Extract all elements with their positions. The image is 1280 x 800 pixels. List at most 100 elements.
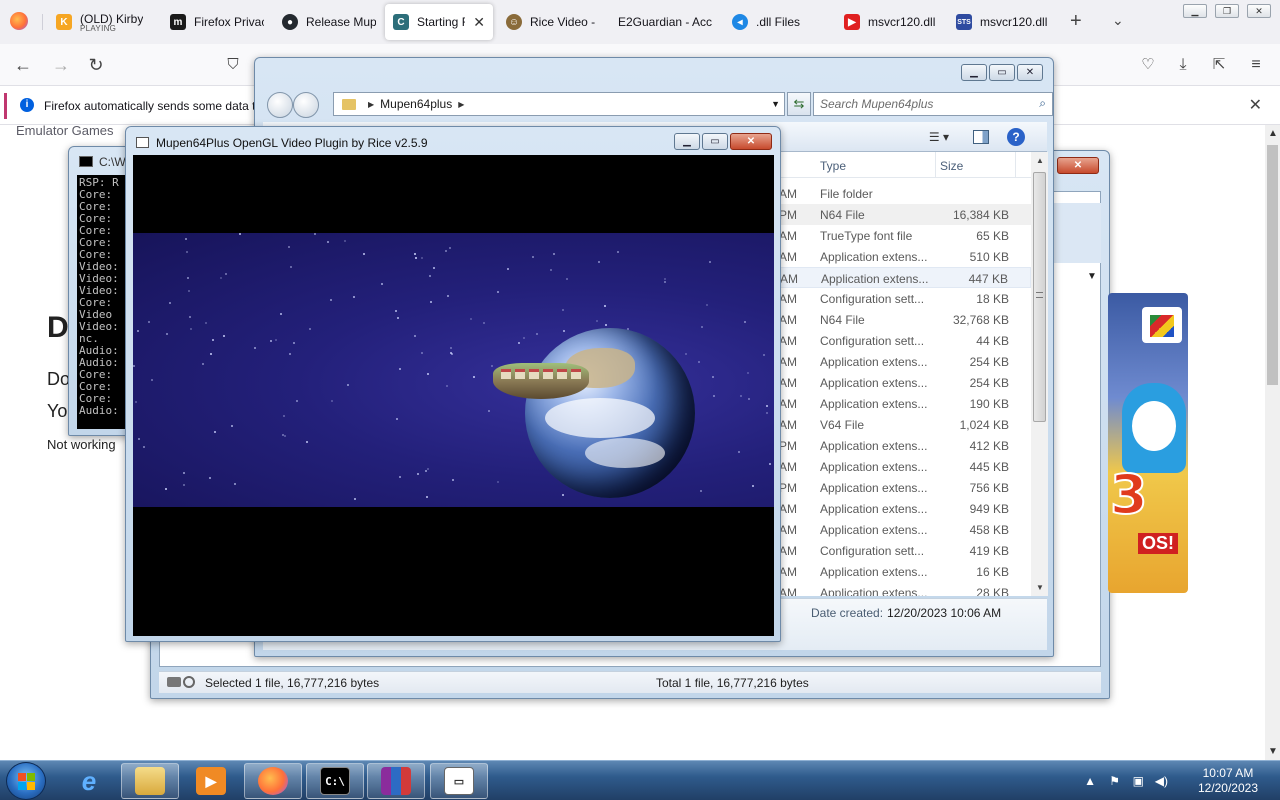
address-row: ▶ Mupen64plus ▶ ▼ ⇆ Search Mupen64plus ⌕ xyxy=(263,90,1053,118)
search-input[interactable]: Search Mupen64plus ⌕ xyxy=(813,92,1053,116)
scroll-up-icon[interactable]: ▲ xyxy=(1268,128,1278,139)
shield-icon[interactable]: ⛉ xyxy=(222,54,244,76)
explorer-maximize-icon[interactable]: ▭ xyxy=(989,64,1015,81)
tab-release-mupen[interactable]: ● Release Mup xyxy=(274,4,384,40)
star xyxy=(169,302,171,304)
github-icon: ● xyxy=(282,14,298,30)
address-bar[interactable]: ▶ Mupen64plus ▶ ▼ xyxy=(333,92,785,116)
address-path[interactable]: Mupen64plus xyxy=(380,97,452,111)
start-button[interactable] xyxy=(6,762,46,800)
file-list-scrollbar[interactable]: ▲ ▼ xyxy=(1031,152,1048,596)
rice-maximize-icon[interactable]: ▭ xyxy=(702,133,728,150)
firefox-menu-icon[interactable] xyxy=(10,12,28,30)
star xyxy=(354,498,356,500)
file-time: AM xyxy=(779,187,797,201)
refresh-icon[interactable]: ⇆ xyxy=(787,92,811,116)
restore-icon[interactable]: ❐ xyxy=(1215,4,1239,18)
download-icon[interactable]: ⤓ xyxy=(1172,54,1194,76)
breadcrumb[interactable]: Emulator Games xyxy=(16,123,114,138)
action-center-flag-icon[interactable]: ⚑ xyxy=(1109,774,1120,788)
tab-starting-r[interactable]: C Starting R ✕ xyxy=(385,4,493,40)
taskbar-console[interactable]: C:\ xyxy=(306,763,364,799)
minimize-icon[interactable]: ▁ xyxy=(1183,4,1207,18)
change-view-icon[interactable]: ☰ ▾ xyxy=(929,130,949,144)
reload-icon[interactable]: ↻ xyxy=(85,54,107,76)
star xyxy=(183,472,185,474)
taskbar-mupen64plus[interactable]: ▭ xyxy=(430,763,488,799)
rice-icon: ☺ xyxy=(506,14,522,30)
file-time: AM xyxy=(779,418,797,432)
tab-dll-files[interactable]: ◂ .dll Files xyxy=(724,4,834,40)
rice-video-window[interactable]: Mupen64Plus OpenGL Video Plugin by Rice … xyxy=(125,126,781,642)
file-size: 28 KB xyxy=(976,586,1009,596)
date-created-label: Date created: xyxy=(811,606,884,620)
tab-close-icon[interactable]: ✕ xyxy=(473,14,485,31)
rice-close-icon[interactable]: ✕ xyxy=(730,133,772,150)
column-header-type[interactable]: Type xyxy=(820,159,846,173)
star xyxy=(766,405,768,407)
star xyxy=(473,376,475,378)
breadcrumb-arrow-icon[interactable]: ▶ xyxy=(458,100,464,109)
star xyxy=(664,278,666,280)
star xyxy=(712,376,714,378)
tab-firefox-privacy[interactable]: m Firefox Privac xyxy=(162,4,272,40)
bg-dropdown-arrow-icon[interactable]: ▼ xyxy=(1087,271,1097,282)
bg-close-icon[interactable]: ✕ xyxy=(1057,157,1099,174)
search-icon[interactable]: ⌕ xyxy=(1039,96,1046,111)
explorer-close-icon[interactable]: ✕ xyxy=(1017,64,1043,81)
taskbar-explorer[interactable] xyxy=(121,763,179,799)
star xyxy=(706,304,708,306)
breadcrumb-arrow-icon[interactable]: ▶ xyxy=(368,100,374,109)
taskbar-media-player[interactable]: ▶ xyxy=(182,763,240,799)
hamburger-menu-icon[interactable]: ≡ xyxy=(1245,54,1267,76)
clock[interactable]: 10:07 AM 12/20/2023 xyxy=(1198,766,1258,796)
column-header-size[interactable]: Size xyxy=(940,159,963,173)
address-dropdown-icon[interactable]: ▼ xyxy=(771,99,780,109)
page-heading: D xyxy=(47,311,69,344)
star xyxy=(344,240,346,242)
tab-e2guardian[interactable]: E2Guardian - Acc xyxy=(610,4,720,40)
nintendo64-logo xyxy=(1142,307,1182,343)
star xyxy=(417,473,419,475)
explorer-forward-icon[interactable] xyxy=(293,92,319,118)
scroll-down-icon[interactable]: ▼ xyxy=(1036,583,1044,592)
taskbar-winrar[interactable] xyxy=(367,763,425,799)
star xyxy=(738,451,740,453)
explorer-minimize-icon[interactable]: ▁ xyxy=(961,64,987,81)
list-all-tabs-icon[interactable]: ⌄ xyxy=(1112,12,1124,29)
game-render-area[interactable] xyxy=(133,155,774,636)
file-time: PM xyxy=(779,481,797,495)
tab-rice-video[interactable]: ☺ Rice Video - xyxy=(498,4,606,40)
tab-youtube-msvcr[interactable]: ▶ msvcr120.dll xyxy=(836,4,946,40)
page-scrollbar[interactable]: ▲ ▼ xyxy=(1265,125,1280,760)
scroll-down-icon[interactable]: ▼ xyxy=(1268,746,1278,757)
tab-kirby[interactable]: K (OLD) Kirby PLAYING xyxy=(48,4,158,40)
pocket-icon[interactable]: ♡ xyxy=(1137,54,1159,76)
volume-icon[interactable]: ◀) xyxy=(1155,774,1168,788)
back-icon[interactable]: ← xyxy=(12,54,34,76)
tab-sts-msvcr[interactable]: STS msvcr120.dll xyxy=(948,4,1058,40)
column-divider[interactable] xyxy=(1015,152,1016,178)
preview-pane-icon[interactable] xyxy=(973,130,989,144)
close-icon[interactable]: ✕ xyxy=(1247,4,1271,18)
file-time: PM xyxy=(779,208,797,222)
forward-icon[interactable]: → xyxy=(50,54,72,76)
new-tab-icon[interactable]: + xyxy=(1070,10,1082,33)
network-icon[interactable]: ▣ xyxy=(1133,774,1144,788)
show-hidden-icons-icon[interactable]: ▲ xyxy=(1084,774,1096,788)
scroll-up-icon[interactable]: ▲ xyxy=(1036,156,1044,165)
scrollbar-thumb[interactable] xyxy=(1267,145,1278,385)
rice-minimize-icon[interactable]: ▁ xyxy=(674,133,700,150)
star xyxy=(381,283,383,285)
extensions-icon[interactable]: ⇱ xyxy=(1208,54,1230,76)
file-size: 16,384 KB xyxy=(952,208,1009,222)
console-icon: C:\ xyxy=(320,767,350,795)
star xyxy=(209,477,211,479)
notice-close-icon[interactable]: ✕ xyxy=(1249,95,1262,115)
file-size: 254 KB xyxy=(969,376,1009,390)
help-icon[interactable]: ? xyxy=(1007,128,1025,146)
taskbar-internet-explorer[interactable]: e xyxy=(60,763,118,799)
column-divider[interactable] xyxy=(935,152,936,178)
taskbar-firefox[interactable] xyxy=(244,763,302,799)
explorer-back-icon[interactable] xyxy=(267,92,293,118)
